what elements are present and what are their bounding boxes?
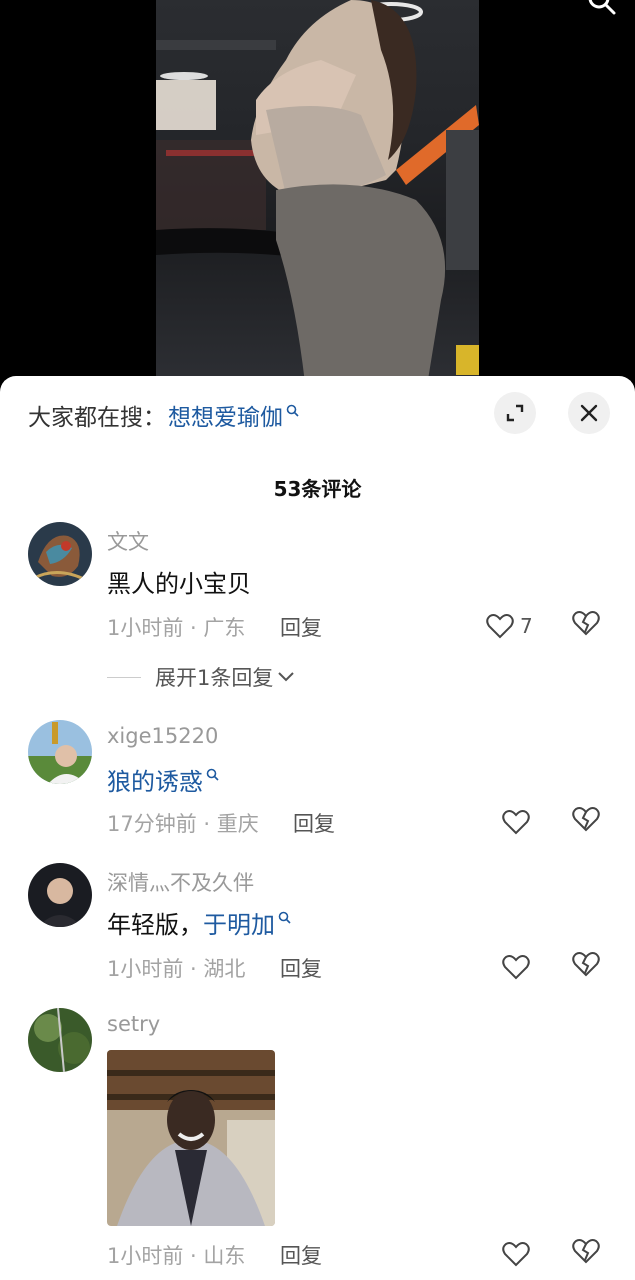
- comment-meta: 1小时前 · 山东: [107, 1244, 246, 1268]
- comment-item: xige15220 狼的诱惑 17分钟前 · 重庆 回复: [0, 720, 635, 840]
- search-icon: [206, 768, 219, 781]
- comments-sheet: 大家都在搜： 想想爱瑜伽 53条评论 文文 黑人的小宝贝 1小时前 · 广东 回…: [0, 376, 635, 1280]
- comment-item: 文文 黑人的小宝贝 1小时前 · 广东 回复 7 展开1条回复: [0, 522, 635, 692]
- comment-meta: 17分钟前 · 重庆: [107, 812, 259, 836]
- search-icon: [278, 911, 291, 924]
- comment-meta: 1小时前 · 湖北: [107, 957, 246, 981]
- comment-text: 黑人的小宝贝: [107, 564, 251, 599]
- comment-username[interactable]: 文文: [107, 526, 149, 556]
- broken-heart-icon: [572, 807, 600, 832]
- avatar[interactable]: [28, 1008, 92, 1072]
- heart-icon: [502, 810, 530, 835]
- comment-text: 年轻版， 于明加: [107, 905, 291, 940]
- expand-button[interactable]: [494, 392, 536, 434]
- broken-heart-icon: [572, 1239, 600, 1264]
- video-player[interactable]: [0, 0, 635, 392]
- heart-icon: [502, 955, 530, 980]
- comment-username[interactable]: setry: [107, 1012, 160, 1036]
- reply-button[interactable]: 回复: [280, 953, 322, 983]
- like-button[interactable]: [502, 1238, 534, 1270]
- avatar[interactable]: [28, 863, 92, 927]
- reply-button[interactable]: 回复: [280, 612, 322, 642]
- video-image: [156, 0, 479, 392]
- dislike-button[interactable]: [572, 806, 604, 838]
- reply-button[interactable]: 回复: [293, 808, 335, 838]
- heart-icon: [502, 1242, 530, 1267]
- dislike-button[interactable]: [572, 610, 604, 642]
- comment-keyword[interactable]: 狼的诱惑: [107, 762, 203, 797]
- comment-keyword[interactable]: 于明加: [203, 905, 275, 940]
- search-icon: [286, 404, 299, 417]
- comment-text-body: 黑人的小宝贝: [107, 570, 251, 598]
- reply-button[interactable]: 回复: [280, 1240, 322, 1270]
- close-button[interactable]: [568, 392, 610, 434]
- avatar[interactable]: [28, 522, 92, 586]
- comment-text-body: 年轻版，: [107, 911, 203, 939]
- comment-username[interactable]: 深情灬不及久伴: [107, 867, 254, 897]
- divider-line: [107, 676, 141, 678]
- like-button[interactable]: [486, 610, 518, 642]
- like-button[interactable]: [502, 951, 534, 983]
- hot-search-bar: 大家都在搜： 想想爱瑜伽: [28, 398, 299, 432]
- chevron-down-icon: [278, 672, 295, 682]
- comment-image[interactable]: [107, 1050, 275, 1226]
- avatar[interactable]: [28, 720, 92, 784]
- close-icon: [580, 404, 598, 422]
- expand-replies-label: 展开1条回复: [155, 666, 274, 690]
- heart-icon: [486, 614, 514, 639]
- comment-username[interactable]: xige15220: [107, 724, 218, 748]
- video-frame: [156, 0, 479, 392]
- comment-item: setry 1小时前 · 山东 回复: [0, 1008, 635, 1280]
- broken-heart-icon: [572, 611, 600, 636]
- comments-count: 53条评论: [273, 477, 362, 501]
- hot-search-prefix: 大家都在搜：: [28, 405, 166, 431]
- search-icon[interactable]: [587, 0, 617, 16]
- comment-text: 狼的诱惑: [107, 762, 219, 797]
- broken-heart-icon: [572, 952, 600, 977]
- comment-meta: 1小时前 · 广东: [107, 616, 246, 640]
- hot-search-keyword[interactable]: 想想爱瑜伽: [168, 398, 283, 432]
- expand-replies-button[interactable]: 展开1条回复: [107, 662, 295, 692]
- expand-icon: [506, 404, 524, 422]
- dislike-button[interactable]: [572, 951, 604, 983]
- like-button[interactable]: [502, 806, 534, 838]
- comment-item: 深情灬不及久伴 年轻版， 于明加 1小时前 · 湖北 回复: [0, 863, 635, 983]
- dislike-button[interactable]: [572, 1238, 604, 1270]
- like-count: 7: [520, 614, 533, 638]
